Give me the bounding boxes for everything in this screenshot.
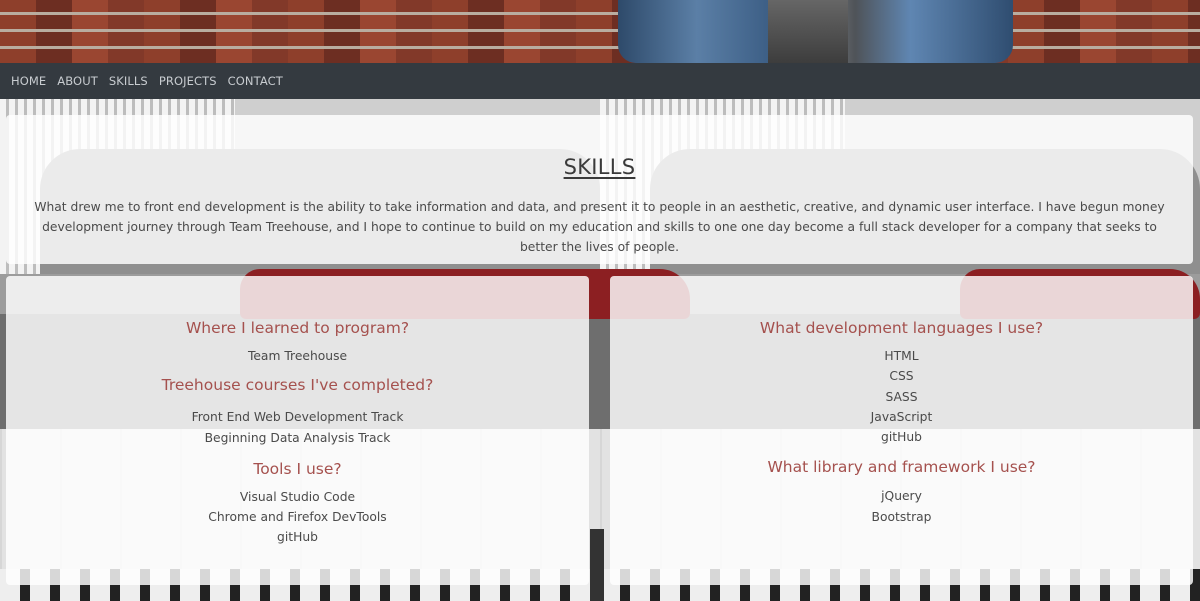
nav-contact-link[interactable]: CONTACT — [228, 74, 283, 88]
skills-intro-card: SKILLS What drew me to front end develop… — [6, 115, 1193, 264]
courses-heading: Treehouse courses I've completed? — [161, 376, 434, 395]
list-item: Front End Web Development Track — [191, 410, 404, 425]
list-item: Visual Studio Code — [239, 489, 356, 504]
list-item: gitHub — [277, 530, 318, 545]
libraries-heading: What library and framework I use? — [767, 458, 1036, 477]
list-item: SASS — [885, 389, 918, 404]
learning-tools-card: Where I learned to program? Team Treehou… — [6, 276, 589, 585]
list-item: Team Treehouse — [247, 349, 348, 363]
banner-person-image — [618, 0, 1013, 63]
nav-projects-link[interactable]: PROJECTS — [159, 74, 217, 88]
list-item: gitHub — [881, 430, 922, 445]
main-navbar: HOME ABOUT SKILLS PROJECTS CONTACT — [0, 63, 1200, 99]
skills-title: SKILLS — [563, 155, 636, 179]
list-item: JavaScript — [870, 409, 933, 424]
list-item: Chrome and Firefox DevTools — [208, 510, 387, 525]
skills-description: What drew me to front end development is… — [34, 200, 1165, 255]
list-item: Bootstrap — [871, 509, 932, 524]
languages-list: HTML CSS SASS JavaScript gitHub — [610, 346, 1193, 447]
languages-heading: What development languages I use? — [759, 319, 1044, 337]
list-item: CSS — [889, 369, 914, 384]
nav-about-link[interactable]: ABOUT — [57, 74, 98, 88]
learned-heading: Where I learned to program? — [185, 319, 410, 337]
list-item: jQuery — [881, 489, 922, 504]
header-banner-image — [0, 0, 1200, 63]
courses-list: Front End Web Development Track Beginnin… — [6, 407, 589, 448]
nav-home-link[interactable]: HOME — [11, 74, 46, 88]
libraries-list: jQuery Bootstrap — [610, 486, 1193, 527]
tools-heading: Tools I use? — [253, 459, 342, 478]
tools-list: Visual Studio Code Chrome and Firefox De… — [6, 487, 589, 548]
learned-list: Team Treehouse — [6, 346, 589, 366]
list-item: HTML — [884, 349, 919, 363]
list-item: Beginning Data Analysis Track — [204, 430, 391, 445]
languages-frameworks-card: What development languages I use? HTML C… — [610, 276, 1193, 585]
nav-skills-link[interactable]: SKILLS — [109, 74, 148, 88]
